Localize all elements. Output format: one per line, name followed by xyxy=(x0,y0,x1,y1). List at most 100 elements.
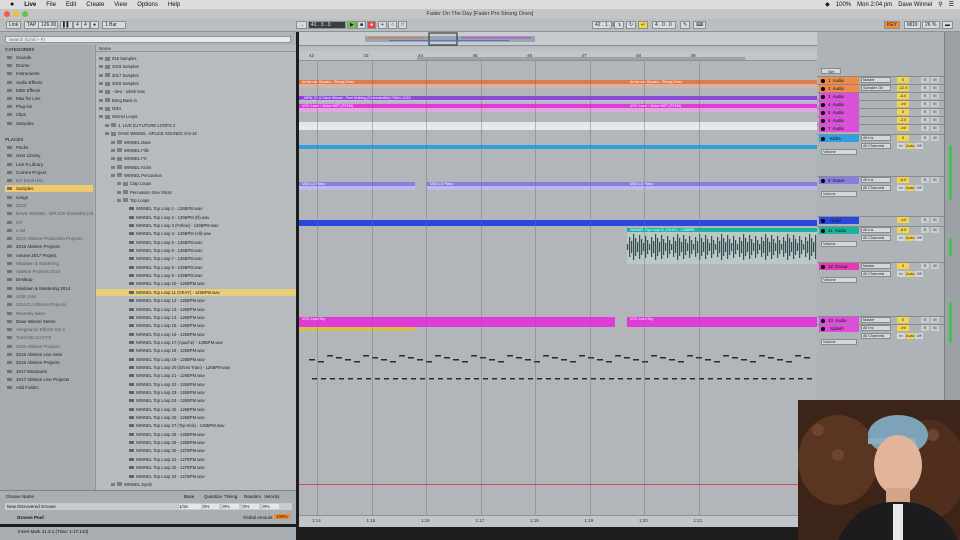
tempo-nudge-icon[interactable]: ▌▌ xyxy=(60,21,74,29)
track-activator-icon[interactable] xyxy=(821,110,825,115)
place-item[interactable]: Mixdown & Mastering 2014 xyxy=(5,285,93,292)
solo-button[interactable]: S xyxy=(921,325,929,331)
monitor-auto-button[interactable]: Auto xyxy=(906,143,914,149)
punch-icon[interactable]: □ xyxy=(398,21,408,29)
clip[interactable]: VOX Lead Dry xyxy=(627,317,817,327)
battery-percent[interactable]: 100% xyxy=(836,2,851,8)
file-item[interactable]: WINNEL Top Loop 21 - 126BPM.wav xyxy=(96,372,296,379)
track-activator-icon[interactable] xyxy=(821,94,825,99)
mute-button[interactable]: M xyxy=(931,177,939,183)
chevron-right-icon[interactable] xyxy=(111,140,115,144)
track-lane[interactable]: WINNEL Top Loop 11 (OKAY) - 126BPM xyxy=(299,228,817,264)
file-item[interactable]: WINNEL Top Loop 10 - 126BPM.wav xyxy=(96,280,296,287)
record-button[interactable]: ● xyxy=(367,21,377,29)
track-name[interactable]: 7 Audio xyxy=(819,125,859,132)
chevron-right-icon[interactable] xyxy=(117,182,121,186)
stop-button[interactable]: ■ xyxy=(357,21,367,29)
punch-out-icon[interactable]: ↵ xyxy=(638,21,649,29)
file-item[interactable]: WINNEL Top Loop 30 - 127BPM.wav xyxy=(96,447,296,454)
chevron-down-icon[interactable] xyxy=(111,173,115,177)
file-item[interactable]: WINNEL Top Loop 1 - 126BPM.wav xyxy=(96,205,296,212)
file-item[interactable]: WINNEL Top Loop 5 - 126BPM.wav xyxy=(96,239,296,246)
track-name[interactable]: 6 Audio xyxy=(819,117,859,124)
chevron-down-icon[interactable] xyxy=(99,115,103,119)
track-header[interactable]: 2 Audio Speaker On -12.9 S M xyxy=(817,84,944,92)
computer-keyboard-icon[interactable]: ⌨ xyxy=(693,21,707,29)
file-item[interactable]: WINNEL Kicks xyxy=(96,164,296,171)
monitor-off-button[interactable]: Off xyxy=(915,271,923,277)
place-item[interactable]: Current Project xyxy=(5,169,93,176)
browser-search-input[interactable]: Search (Cmd + F) xyxy=(5,36,291,43)
loop-length-field[interactable]: 4 . 0 . 0 xyxy=(652,21,676,29)
file-item[interactable]: WINNEL Synth xyxy=(96,481,296,488)
loop-switch-icon[interactable]: ↻ xyxy=(626,21,637,29)
file-item[interactable]: Clap Loops xyxy=(96,180,296,187)
set-button[interactable]: Set xyxy=(821,68,841,74)
file-item[interactable]: Bring Back In xyxy=(96,97,296,104)
menu-create[interactable]: Create xyxy=(86,2,104,8)
file-list-header[interactable]: Name xyxy=(96,45,296,52)
time-ruler[interactable]: 1:14 1:15 1:16 1:17 1:18 1:19 1:20 1:21 xyxy=(299,515,817,527)
volume-field[interactable]: -6.0 xyxy=(897,177,909,183)
clip[interactable] xyxy=(299,122,817,130)
track-activator-icon[interactable] xyxy=(821,78,825,83)
monitor-off-button[interactable]: Off xyxy=(915,143,923,149)
track-lane[interactable]: VOX Lead + Dubs WET (STEM) xyxy=(299,104,817,112)
chevron-right-icon[interactable] xyxy=(117,190,121,194)
track-name[interactable]: 5 Audio xyxy=(819,109,859,116)
track-header[interactable]: Kicks All Ins 0 S M All Channels In Auto Off Volu… xyxy=(817,134,944,172)
chevron-right-icon[interactable] xyxy=(99,107,103,111)
groove-timing-field[interactable]: 0% xyxy=(223,504,239,509)
file-item[interactable]: Percussion One Shots xyxy=(96,189,296,196)
time-sig-denominator[interactable]: 4 xyxy=(81,21,90,29)
midi-map-button[interactable]: MIDI xyxy=(904,21,921,29)
volume-field[interactable]: 0 xyxy=(897,135,909,141)
file-item[interactable]: WINNEL Top Loop 14 - 126BPM.wav xyxy=(96,314,296,321)
automation-chooser[interactable]: Volume xyxy=(821,191,857,197)
clip[interactable] xyxy=(299,220,817,226)
io-chooser[interactable]: All Ins xyxy=(861,325,891,331)
track-activator-icon[interactable] xyxy=(821,86,825,91)
file-item[interactable]: MIDI xyxy=(96,105,296,112)
minimize-window-button[interactable] xyxy=(13,11,19,17)
mute-button[interactable]: M xyxy=(931,135,939,141)
menu-app[interactable]: Live xyxy=(24,2,36,8)
file-item[interactable]: WINNEL Top Loop 15 - 126BPM.wav xyxy=(96,322,296,329)
track-name[interactable]: Kicks xyxy=(819,135,859,142)
io-chooser[interactable]: All Ins xyxy=(861,135,891,141)
place-item[interactable]: LAM xyxy=(5,227,93,234)
clip[interactable]: _NEW_ID & Dave Winnel - Feel Nothing (Ex… xyxy=(299,96,817,102)
link-button[interactable]: Link xyxy=(6,21,22,29)
track-header[interactable]: Splash All Ins -inf S M All Channels In Auto Off… xyxy=(817,324,944,356)
close-window-button[interactable] xyxy=(4,11,10,17)
mute-button[interactable]: M xyxy=(931,109,939,115)
clip[interactable]: VOX Lead + Dubs WET (STEM) xyxy=(627,104,817,112)
file-item[interactable]: WINNEL Top Loop 31 - 127BPM.wav xyxy=(96,456,296,463)
category-item[interactable]: Samples xyxy=(5,120,93,127)
volume-field[interactable]: 0 xyxy=(897,77,909,83)
place-item[interactable]: Axtone 2017 Project xyxy=(5,252,93,259)
file-item[interactable]: WINNEL Top Loop 13 - 126BPM.wav xyxy=(96,306,296,313)
file-item[interactable]: 2017 Samples xyxy=(96,72,296,79)
track-header[interactable]: 6 Audio -3.0 S M xyxy=(817,116,944,124)
io-chooser[interactable]: All Ins xyxy=(861,227,891,233)
track-lane[interactable]: VOX Lead Dry xyxy=(299,317,817,327)
place-item[interactable]: songs xyxy=(5,194,93,201)
automation-chooser[interactable]: Volume xyxy=(821,241,857,247)
io-chooser[interactable]: All Ins xyxy=(861,177,891,183)
track-header[interactable]: 13 Audio Master 0 S M xyxy=(817,316,944,324)
file-item[interactable]: WINNEL Top Loop 28 - 126BPM.wav xyxy=(96,431,296,438)
place-item[interactable]: Recently taken xyxy=(5,310,93,317)
monitor-auto-button[interactable]: Auto xyxy=(906,185,914,191)
menu-file[interactable]: File xyxy=(46,2,56,8)
chevron-down-icon[interactable] xyxy=(117,198,121,202)
key-map-button[interactable]: KEY xyxy=(884,21,901,29)
track-header[interactable]: 8 Snare All Ins -6.0 S M All Channels In Auto Off… xyxy=(817,176,944,214)
file-item[interactable]: - devi - ostek new xyxy=(96,88,296,95)
monitor-auto-button[interactable]: Auto xyxy=(906,235,914,241)
file-item[interactable]: Top Loops xyxy=(96,197,296,204)
track-lane[interactable]: MIDI LD Piano xyxy=(299,182,817,190)
track-lane[interactable]: Armin van Buuren - Strong Ones xyxy=(299,80,817,88)
arrangement-overview[interactable] xyxy=(299,32,817,46)
category-item[interactable]: Audio Effects xyxy=(5,79,93,86)
